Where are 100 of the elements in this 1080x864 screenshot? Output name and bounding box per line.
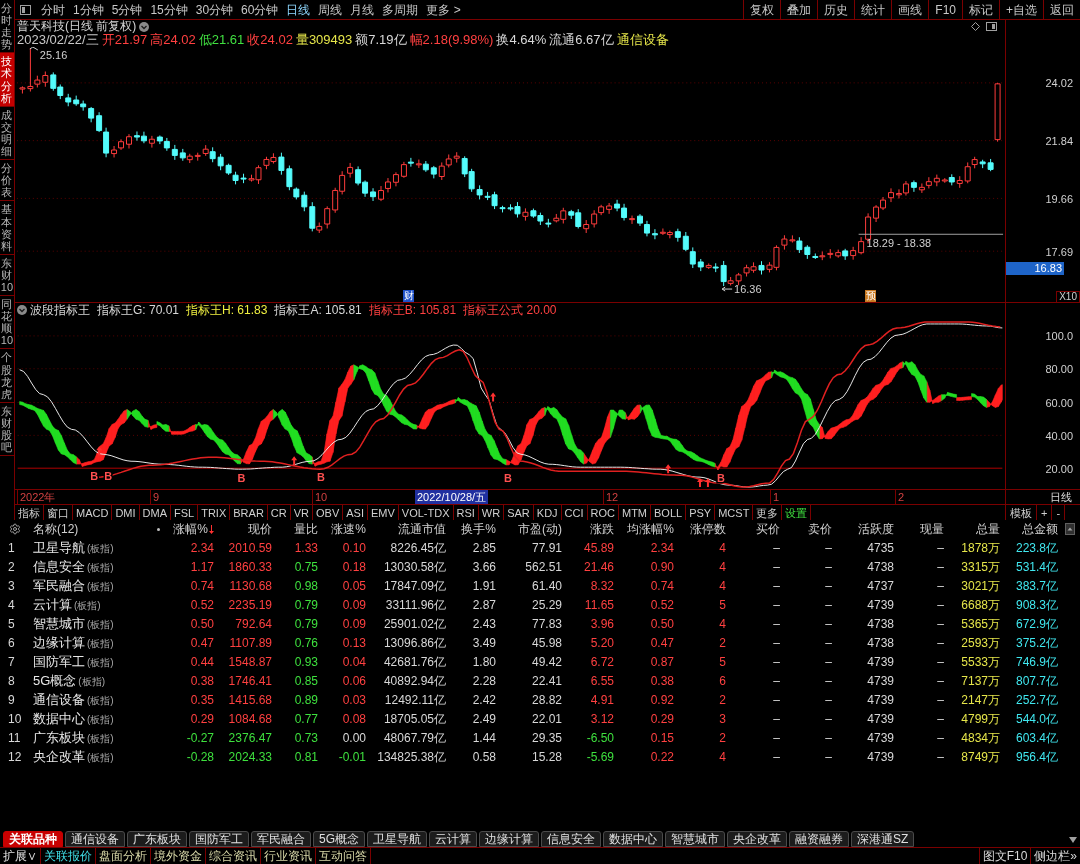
indicator-tab[interactable]: SAR	[504, 505, 534, 520]
bottom-tab[interactable]: 数据中心	[603, 831, 663, 847]
sidebar-tab[interactable]: 个股龙虎	[0, 349, 14, 403]
period-tab[interactable]: 更多 >	[422, 0, 465, 19]
period-tab[interactable]: 日线	[282, 0, 315, 19]
settings-icon[interactable]	[9, 523, 21, 535]
column-header[interactable]: 总金额	[1002, 520, 1060, 538]
indicator-tab[interactable]: WR	[478, 505, 505, 520]
column-header[interactable]: 现价	[216, 520, 274, 538]
column-header[interactable]: 买价	[728, 520, 782, 538]
indicator-tab[interactable]: BRAR	[230, 505, 268, 520]
sector-name[interactable]: 智慧城市	[33, 614, 85, 634]
indicator-tab[interactable]: VR	[290, 505, 313, 520]
period-tab[interactable]: 多周期	[378, 0, 423, 19]
toolbar-button[interactable]: 画线	[891, 0, 929, 19]
column-header[interactable]: 卖价	[782, 520, 834, 538]
period-tab[interactable]: 60分钟	[237, 0, 283, 19]
bottom-tab[interactable]: 智慧城市	[665, 831, 725, 847]
indicator-tab[interactable]: ASI	[343, 505, 368, 520]
sector-name[interactable]: 军民融合	[33, 576, 85, 596]
toolbar-button[interactable]: 统计	[854, 0, 892, 19]
period-tab[interactable]: 30分钟	[191, 0, 238, 19]
toolbar-button[interactable]: 叠加	[780, 0, 818, 19]
toolbar-button[interactable]: 复权	[743, 0, 781, 19]
sidebar-tab[interactable]: 分价表	[0, 160, 14, 202]
period-tab[interactable]: 5分钟	[107, 0, 147, 19]
indicator-tab[interactable]: TRIX	[198, 505, 231, 520]
sidebar-tab[interactable]: 基本资料	[0, 201, 14, 255]
period-tab[interactable]: 1分钟	[69, 0, 108, 19]
column-header[interactable]: 涨幅%	[166, 520, 216, 538]
indicator-tab[interactable]: BOLL	[651, 505, 687, 520]
sidebar-tab[interactable]: 东财10	[0, 254, 14, 297]
panel-icon[interactable]	[986, 22, 997, 31]
sidebar-tab[interactable]: 技术分析	[0, 53, 14, 107]
bottom-tab[interactable]: 融资融券	[789, 831, 849, 847]
bottom-tab[interactable]: 国防军工	[189, 831, 249, 847]
caret-up-icon[interactable]	[1065, 523, 1075, 535]
indicator-tab[interactable]: VOL-TDX	[398, 505, 454, 520]
panel-tool-button[interactable]: -	[1052, 505, 1066, 520]
indicator-tab[interactable]: DMI	[112, 505, 140, 520]
period-tab[interactable]: 分时	[37, 0, 69, 19]
column-header[interactable]: 涨速%	[320, 520, 368, 538]
indicator-tab[interactable]: ROC	[587, 505, 619, 520]
indicator-tab[interactable]: PSY	[686, 505, 716, 520]
bottom-tab[interactable]: 广东板块	[127, 831, 187, 847]
bottom-tab[interactable]: 5G概念	[313, 831, 365, 847]
sector-name[interactable]: 云计算	[33, 595, 72, 615]
indicator-tab[interactable]: MCST	[715, 505, 754, 520]
column-header[interactable]: 均涨幅%	[616, 520, 676, 538]
column-header[interactable]: 涨停数	[676, 520, 728, 538]
settings-tab[interactable]: 设置	[782, 505, 812, 520]
event-badge[interactable]: 财	[403, 290, 414, 302]
sector-name[interactable]: 卫星导航	[33, 538, 85, 558]
indicator-tab[interactable]: KDJ	[533, 505, 562, 520]
bottom-tab[interactable]: 云计算	[429, 831, 477, 847]
bottom-tab[interactable]: 军民融合	[251, 831, 311, 847]
bottom-tab[interactable]: 信息安全	[541, 831, 601, 847]
indicator-tab[interactable]: EMV	[367, 505, 399, 520]
column-header[interactable]: 现量	[896, 520, 946, 538]
chevron-down-icon[interactable]	[17, 305, 27, 316]
column-header[interactable]: 量比	[274, 520, 320, 538]
sector-name[interactable]: 信息安全	[33, 557, 85, 577]
period-tab[interactable]: 月线	[346, 0, 379, 19]
bottom-tab[interactable]: 卫星导航	[367, 831, 427, 847]
expand-button[interactable]: 扩展∨	[0, 848, 41, 864]
diamond-icon[interactable]	[971, 22, 980, 31]
info-tab[interactable]: 盘面分析	[96, 848, 151, 864]
column-header[interactable]: 总量	[946, 520, 1002, 538]
chevron-down-icon[interactable]	[139, 21, 150, 32]
sector-name[interactable]: 边缘计算	[33, 633, 85, 653]
info-tab[interactable]: 境外资金	[151, 848, 206, 864]
sector-name[interactable]: 数据中心	[33, 709, 85, 729]
indicator-tab[interactable]: RSI	[453, 505, 479, 520]
panel-tool-button[interactable]: +	[1037, 505, 1053, 520]
bottom-tab[interactable]: 关联品种	[3, 831, 63, 847]
sector-name[interactable]: 广东板块	[33, 728, 85, 748]
period-tab[interactable]: 周线	[314, 0, 347, 19]
bottom-tab[interactable]: 通信设备	[65, 831, 125, 847]
sidebar-tab[interactable]: 东财股吧	[0, 402, 14, 457]
period-tab[interactable]: 15分钟	[146, 0, 192, 19]
info-tab[interactable]: 互动问答	[316, 848, 371, 864]
info-tab[interactable]: 行业资讯	[261, 848, 316, 864]
indicator-tab[interactable]: 更多	[753, 505, 783, 520]
sector-name[interactable]: 央企改革	[33, 747, 85, 767]
info-tab[interactable]: 关联报价	[41, 848, 96, 864]
info-tab[interactable]: 综合资讯	[206, 848, 261, 864]
sidebar-tab[interactable]: 同花顺10	[0, 296, 14, 350]
bottom-tab[interactable]: 边缘计算	[479, 831, 539, 847]
indicator-tab[interactable]: MACD	[73, 505, 113, 520]
bottom-tab[interactable]: 央企改革	[727, 831, 787, 847]
indicator-tab[interactable]: MTM	[619, 505, 652, 520]
column-header[interactable]: 涨跌	[564, 520, 616, 538]
column-header[interactable]: 活跃度	[834, 520, 896, 538]
sidebar-tab[interactable]: 成交明细	[0, 106, 14, 161]
bottom-tab[interactable]: 深港通SZ	[851, 831, 915, 847]
sector-name[interactable]: 通信设备	[33, 690, 85, 710]
status-button[interactable]: 侧边栏»	[1030, 848, 1080, 864]
column-header[interactable]: 流通市值	[368, 520, 448, 538]
indicator-tab[interactable]: FSL	[171, 505, 199, 520]
indicator-tab[interactable]: 指标	[15, 505, 44, 520]
